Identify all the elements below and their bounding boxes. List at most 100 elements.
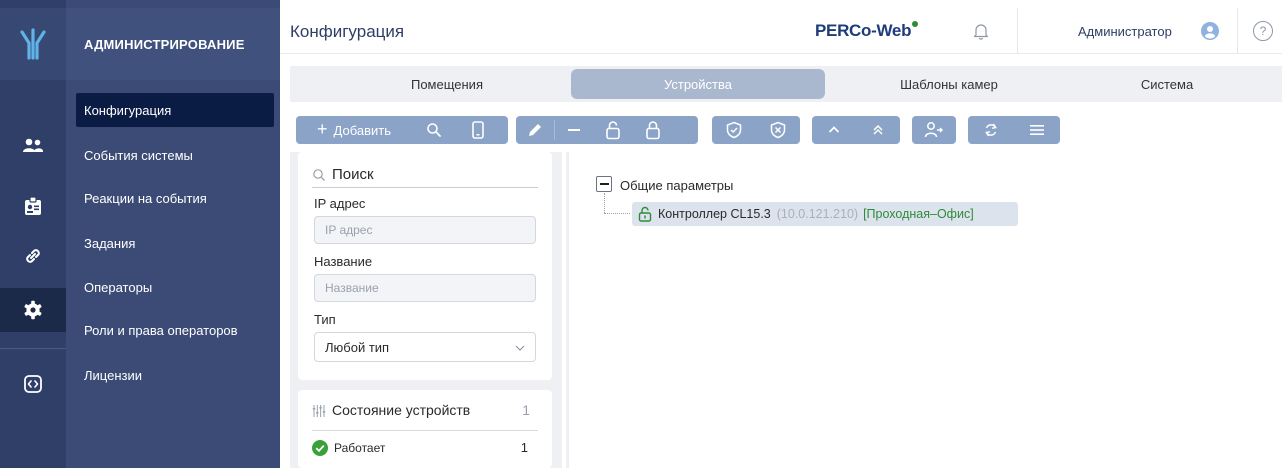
unlock-icon <box>606 121 620 140</box>
divider <box>312 430 538 431</box>
sidebar-item-roles[interactable]: Роли и права операторов <box>76 313 274 347</box>
sidebar-section-title: АДМИНИСТРИРОВАНИЕ <box>66 8 280 80</box>
sliders-icon <box>312 405 326 417</box>
toolbar-group-shield <box>712 116 800 144</box>
badge-icon <box>25 196 41 215</box>
node-ip: (10.0.121.210) <box>776 207 859 221</box>
header-divider <box>1237 8 1238 54</box>
lock-icon <box>646 121 660 140</box>
shield-cross-icon <box>770 121 786 139</box>
device-tree <box>568 152 1282 468</box>
tree-connector <box>604 213 630 214</box>
search-button[interactable] <box>412 116 456 144</box>
device-status-title: Состояние устройств <box>332 402 471 418</box>
search-icon <box>313 168 325 181</box>
icon-rail <box>0 0 66 468</box>
pencil-icon <box>529 124 541 136</box>
header-divider <box>1017 8 1018 54</box>
add-button-label: Добавить <box>333 122 391 138</box>
move-up-button[interactable] <box>812 116 856 144</box>
tab-rooms[interactable]: Помещения <box>320 69 574 99</box>
rail-settings[interactable] <box>0 288 66 332</box>
tree-collapse-toggle[interactable] <box>596 176 612 192</box>
brand-name: PERCo-Web <box>815 21 912 40</box>
sidebar-nav: АДМИНИСТРИРОВАНИЕ Конфигурация События с… <box>66 0 280 468</box>
link-icon <box>26 249 40 263</box>
user-avatar[interactable] <box>1201 22 1219 40</box>
code-icon <box>24 375 42 393</box>
type-select-value: Любой тип <box>325 339 390 355</box>
tree-node-controller[interactable]: Контроллер CL15.3 (10.0.121.210) [Проход… <box>632 202 1018 226</box>
unprotect-button[interactable] <box>756 116 800 144</box>
perco-logo-icon <box>20 28 46 60</box>
chevron-down-icon <box>515 345 525 351</box>
status-working-count: 1 <box>520 440 528 455</box>
sidebar-item-system-events[interactable]: События системы <box>76 138 274 172</box>
name-label: Название <box>314 254 373 269</box>
node-name: Контроллер CL15.3 <box>658 207 771 221</box>
status-working-label[interactable]: Работает <box>334 441 385 455</box>
protect-button[interactable] <box>712 116 756 144</box>
bell-icon <box>973 24 989 40</box>
assign-button[interactable] <box>912 116 956 144</box>
tab-devices[interactable]: Устройства <box>571 69 825 99</box>
notifications-button[interactable] <box>970 20 992 42</box>
app-root: АДМИНИСТРИРОВАНИЕ Конфигурация События с… <box>0 0 1282 468</box>
refresh-icon <box>985 123 997 137</box>
refresh-button[interactable] <box>968 116 1014 144</box>
node-location: [Проходная–Офис] <box>863 207 974 221</box>
device-status-total: 1 <box>522 402 530 418</box>
page-title: Конфигурация <box>290 22 405 41</box>
tree-connector <box>604 193 605 213</box>
tree-root-label[interactable]: Общие параметры <box>620 178 733 193</box>
rail-link[interactable] <box>0 234 66 278</box>
toolbar-group-add: + Добавить <box>296 116 508 144</box>
move-top-button[interactable] <box>856 116 900 144</box>
ip-label: IP адрес <box>314 196 366 211</box>
toolbar: + Добавить <box>286 106 1282 152</box>
name-field[interactable]: Название <box>314 274 536 302</box>
rail-code[interactable] <box>0 362 66 406</box>
tab-bar: Помещения Устройства Шаблоны камер Систе… <box>290 66 1282 102</box>
sidebar-item-configuration[interactable]: Конфигурация <box>76 93 274 127</box>
remove-button[interactable] <box>555 116 593 144</box>
unlocked-controller-icon <box>638 206 652 222</box>
sidebar-item-tasks[interactable]: Задания <box>76 226 274 260</box>
gear-icon <box>24 300 42 320</box>
menu-icon <box>1030 125 1044 135</box>
sidebar-item-event-reactions[interactable]: Реакции на события <box>76 181 274 215</box>
sidebar-item-operators[interactable]: Операторы <box>76 270 274 304</box>
rail-users[interactable] <box>0 124 66 168</box>
filter-panel: Поиск IP адрес IP адрес Название Названи… <box>298 152 552 380</box>
toolbar-group-misc <box>968 116 1060 144</box>
tab-system[interactable]: Система <box>1040 69 1282 99</box>
check-circle-icon <box>312 440 328 456</box>
plus-icon: + <box>317 118 328 139</box>
help-button[interactable]: ? <box>1253 21 1273 41</box>
unlock-button[interactable] <box>593 116 633 144</box>
menu-button[interactable] <box>1014 116 1060 144</box>
minus-icon <box>568 129 580 131</box>
shield-check-icon <box>726 121 742 139</box>
ip-field[interactable]: IP адрес <box>314 216 536 244</box>
search-label: Поиск <box>332 166 374 183</box>
search-input[interactable]: Поиск <box>312 162 538 188</box>
device-button[interactable] <box>456 116 500 144</box>
minus-icon <box>599 183 609 185</box>
type-label: Тип <box>314 312 336 327</box>
device-icon <box>472 121 484 139</box>
add-button[interactable]: + Добавить <box>296 116 412 144</box>
lock-button[interactable] <box>633 116 673 144</box>
device-status-panel: Состояние устройств 1 Работает 1 <box>298 390 552 468</box>
rail-divider <box>0 348 66 349</box>
rail-badge[interactable] <box>0 184 66 228</box>
chevron-up-icon <box>828 126 840 133</box>
edit-button[interactable] <box>516 116 554 144</box>
users-icon <box>23 138 43 152</box>
tab-camera-templates[interactable]: Шаблоны камер <box>822 69 1076 99</box>
sidebar-item-licenses[interactable]: Лицензии <box>76 358 274 392</box>
app-logo[interactable] <box>0 8 66 80</box>
type-select[interactable]: Любой тип <box>314 332 536 362</box>
user-name[interactable]: Администратор <box>1078 24 1172 39</box>
brand-dot-icon <box>912 21 919 27</box>
